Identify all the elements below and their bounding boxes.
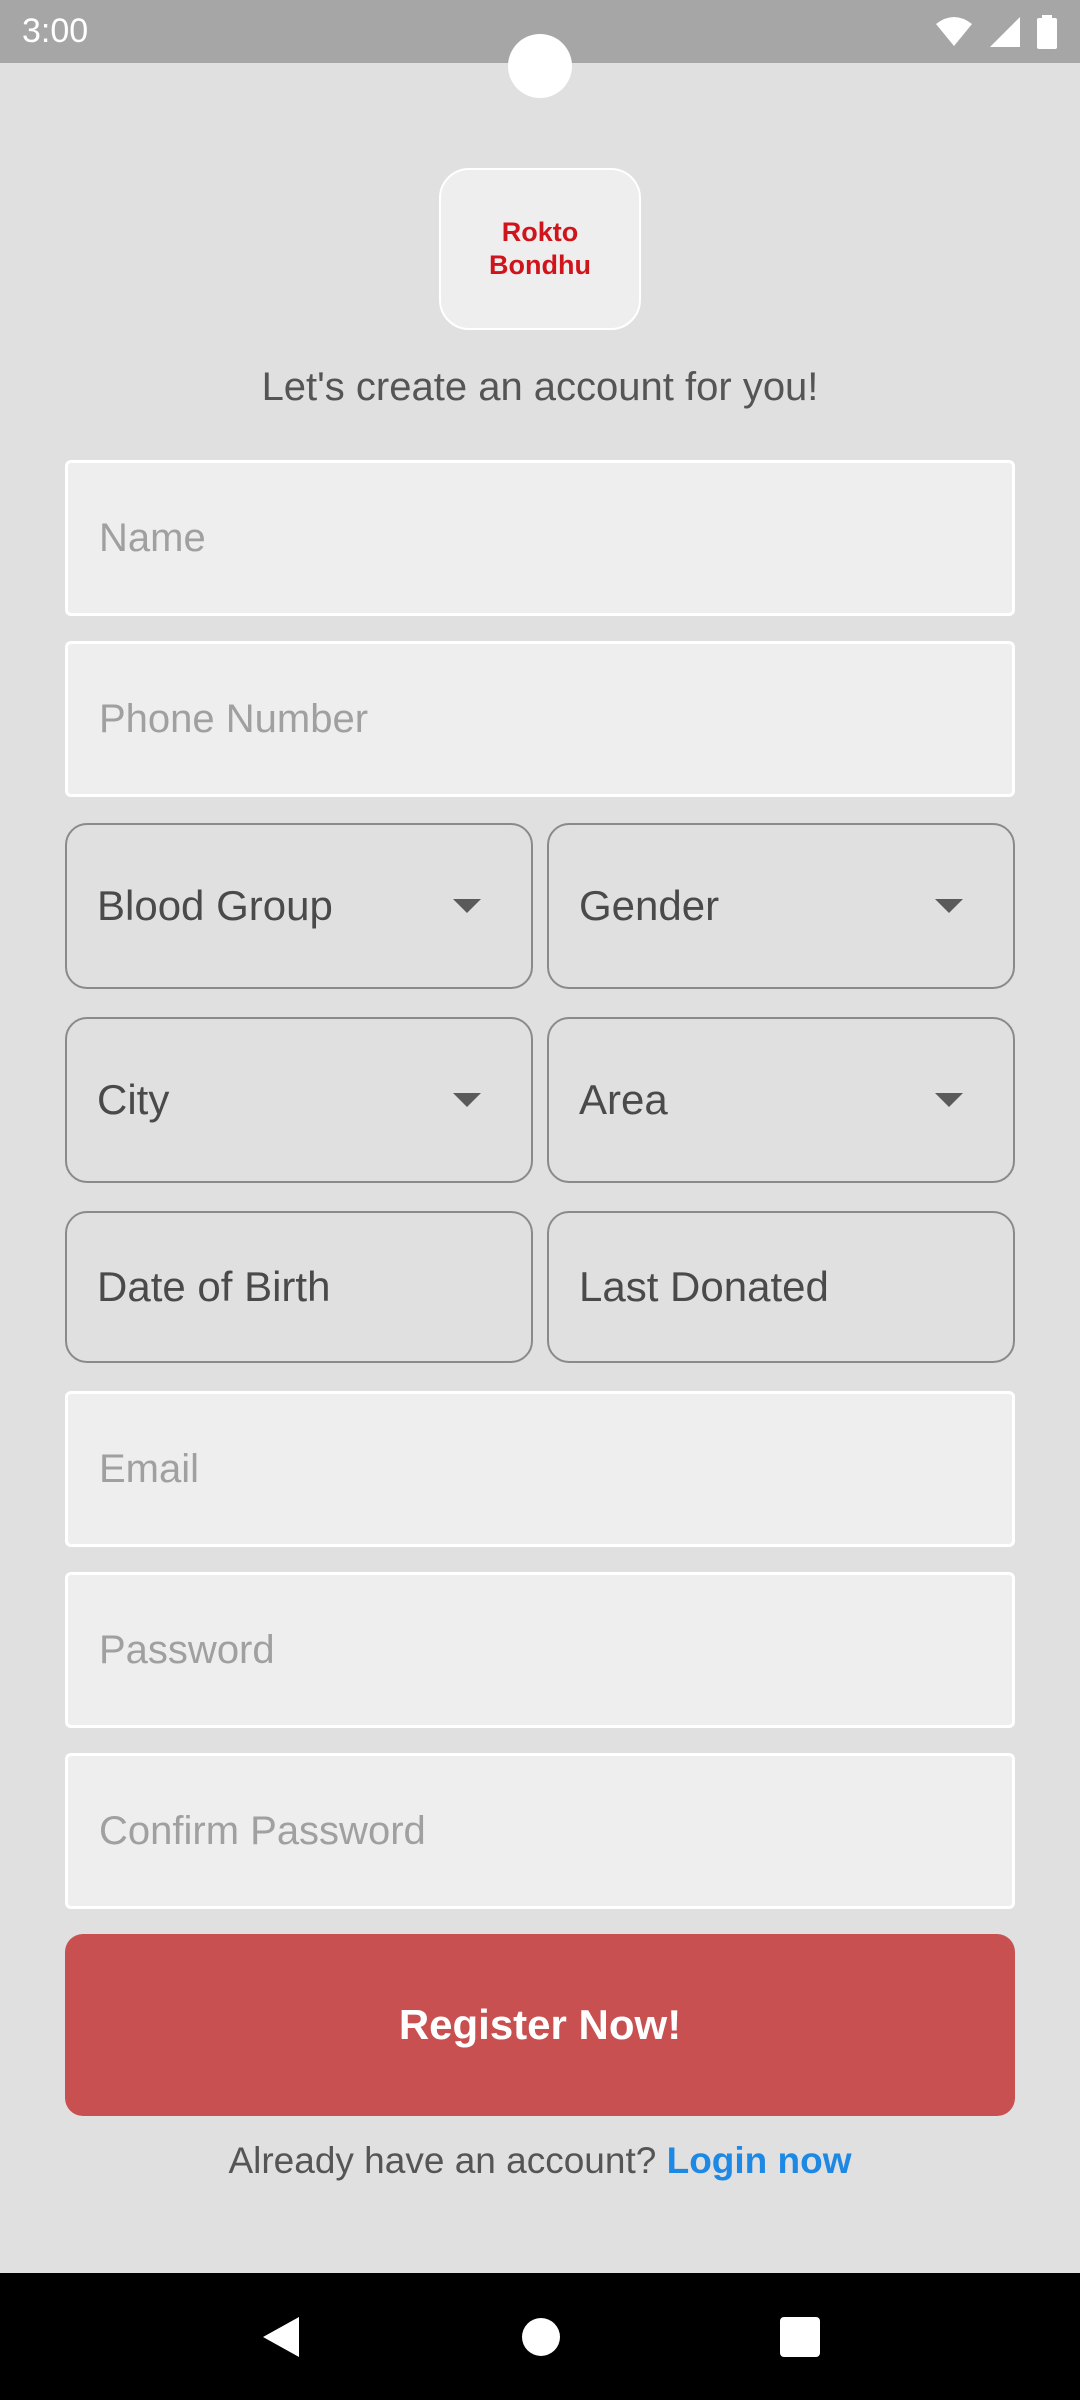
blood-group-dropdown[interactable]: Blood Group <box>65 823 533 989</box>
phone-input[interactable] <box>68 644 1012 794</box>
camera-cutout <box>508 34 572 98</box>
app-logo: Rokto Bondhu <box>439 168 641 330</box>
system-nav-bar <box>0 2273 1080 2400</box>
battery-icon <box>1037 14 1057 49</box>
phone-field[interactable] <box>65 641 1015 797</box>
chevron-down-icon <box>453 1093 481 1107</box>
confirm-password-field[interactable] <box>65 1753 1015 1909</box>
email-field[interactable] <box>65 1391 1015 1547</box>
city-label: City <box>97 1076 170 1123</box>
chevron-down-icon <box>935 1093 963 1107</box>
chevron-down-icon <box>935 899 963 913</box>
status-icons <box>934 14 1058 49</box>
confirm-password-input[interactable] <box>68 1756 1012 1906</box>
area-label: Area <box>579 1076 668 1123</box>
register-button[interactable]: Register Now! <box>65 1934 1015 2116</box>
page-subtitle: Let's create an account for you! <box>261 365 819 409</box>
chevron-down-icon <box>453 899 481 913</box>
email-input[interactable] <box>68 1394 1012 1544</box>
name-field[interactable] <box>65 460 1015 616</box>
last-donated-picker[interactable]: Last Donated <box>547 1211 1015 1363</box>
status-time: 3:00 <box>22 12 89 50</box>
password-field[interactable] <box>65 1572 1015 1728</box>
login-link[interactable]: Login now <box>667 2140 852 2181</box>
home-icon[interactable] <box>520 2316 562 2358</box>
logo-text: Rokto Bondhu <box>480 216 600 282</box>
gender-dropdown[interactable]: Gender <box>547 823 1015 989</box>
name-input[interactable] <box>68 463 1012 613</box>
login-prompt-text: Already have an account? <box>228 2140 657 2181</box>
password-input[interactable] <box>68 1575 1012 1725</box>
recents-icon[interactable] <box>779 2316 821 2358</box>
date-of-birth-picker[interactable]: Date of Birth <box>65 1211 533 1363</box>
last-donated-label: Last Donated <box>579 1263 829 1310</box>
area-dropdown[interactable]: Area <box>547 1017 1015 1183</box>
logo-line-1: Rokto <box>501 217 579 247</box>
back-icon[interactable] <box>259 2313 303 2361</box>
wifi-icon <box>936 16 972 46</box>
login-prompt: Already have an account? Login now <box>0 2140 1080 2182</box>
logo-line-2: Bondhu <box>489 250 591 280</box>
gender-label: Gender <box>579 882 720 929</box>
date-of-birth-label: Date of Birth <box>97 1263 331 1310</box>
signal-icon <box>990 16 1020 47</box>
city-dropdown[interactable]: City <box>65 1017 533 1183</box>
blood-group-label: Blood Group <box>97 882 333 929</box>
